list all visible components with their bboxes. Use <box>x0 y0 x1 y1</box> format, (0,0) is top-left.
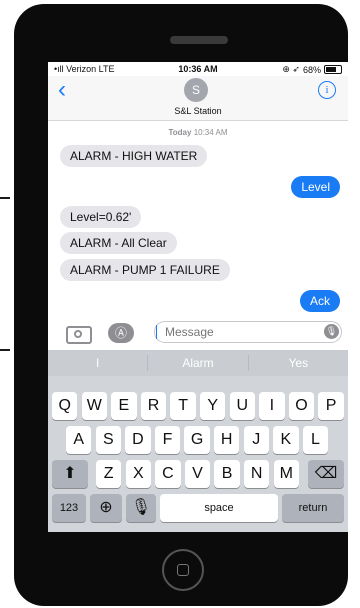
location-icon: ⊕ ➶ <box>282 64 300 74</box>
phone-screen: •ıll Verizon LTE 10:36 AM ⊕ ➶ 68% ‹ S S&… <box>48 62 348 532</box>
home-square-icon <box>177 564 189 576</box>
message-bubble-incoming[interactable]: Level=0.62' <box>60 206 142 228</box>
key-s[interactable]: S <box>95 426 121 454</box>
phone-frame: •ıll Verizon LTE 10:36 AM ⊕ ➶ 68% ‹ S S&… <box>14 4 348 606</box>
speaker-grille <box>170 36 228 44</box>
delete-icon: ⌫ <box>314 465 338 482</box>
key-k[interactable]: K <box>273 426 299 454</box>
text-caret <box>156 325 157 339</box>
key-x[interactable]: X <box>125 460 151 488</box>
message-bubble-incoming[interactable]: ALARM - HIGH WATER <box>60 145 208 167</box>
key-q[interactable]: Q <box>52 392 78 420</box>
key-i[interactable]: I <box>259 392 285 420</box>
key-t[interactable]: T <box>170 392 196 420</box>
suggestion-1[interactable]: I <box>48 350 147 376</box>
key-n[interactable]: N <box>244 460 270 488</box>
key-m[interactable]: M <box>273 460 299 488</box>
message-bubble-outgoing[interactable]: Ack <box>299 290 340 312</box>
key-w[interactable]: W <box>81 392 107 420</box>
message-timestamp: Today 10:34 AM <box>168 128 228 137</box>
suggestion-3[interactable]: Yes <box>249 350 348 376</box>
home-button[interactable] <box>162 549 204 591</box>
return-key[interactable]: return <box>282 494 344 522</box>
microphone-icon: 🎙 <box>130 499 152 516</box>
battery-icon <box>324 65 342 74</box>
dictation-key[interactable]: 🎙 <box>126 494 156 522</box>
key-u[interactable]: U <box>229 392 255 420</box>
key-o[interactable]: O <box>288 392 315 420</box>
key-e[interactable]: E <box>111 392 137 420</box>
side-marker-bottom <box>0 349 10 351</box>
avatar[interactable]: S <box>184 78 208 102</box>
key-y[interactable]: Y <box>200 392 226 420</box>
camera-lens <box>74 330 82 338</box>
info-icon[interactable]: i <box>318 81 336 99</box>
app-store-icon[interactable]: Ⓐ <box>108 323 134 343</box>
suggestion-2[interactable]: Alarm <box>148 350 247 376</box>
key-a[interactable]: A <box>66 426 92 454</box>
space-key[interactable]: space <box>160 494 278 522</box>
contact-name[interactable]: S&L Station <box>48 106 348 116</box>
key-r[interactable]: R <box>140 392 167 420</box>
globe-key[interactable]: ⊕ <box>90 494 122 522</box>
key-d[interactable]: D <box>125 426 151 454</box>
key-l[interactable]: L <box>302 426 329 454</box>
predictive-bar: I Alarm Yes <box>48 350 348 376</box>
globe-icon: ⊕ <box>99 499 113 516</box>
key-j[interactable]: J <box>243 426 269 454</box>
side-marker-top <box>0 197 10 199</box>
battery-percent: 68% <box>302 64 321 75</box>
shift-key[interactable]: ⬆ <box>52 460 88 488</box>
message-bubble-outgoing[interactable]: Level <box>291 176 340 198</box>
key-g[interactable]: G <box>184 426 210 454</box>
delete-key[interactable]: ⌫ <box>308 460 344 488</box>
key-v[interactable]: V <box>184 460 211 488</box>
key-z[interactable]: Z <box>96 460 122 488</box>
conversation-header: ‹ S S&L Station i <box>48 76 348 121</box>
key-p[interactable]: P <box>318 392 344 420</box>
keyboard: I Alarm Yes QWERTYUIOPASDFGHJKLZXCVBNM ⬆… <box>48 350 348 532</box>
status-bar: •ıll Verizon LTE 10:36 AM ⊕ ➶ 68% <box>48 62 348 76</box>
chevron-left-icon[interactable]: ‹ <box>58 78 66 102</box>
microphone-icon[interactable]: 🎙 <box>324 324 339 339</box>
battery-level <box>326 67 336 72</box>
key-f[interactable]: F <box>154 426 181 454</box>
camera-icon[interactable] <box>66 326 92 344</box>
status-right: ⊕ ➶ 68% <box>282 64 342 75</box>
message-bubble-incoming[interactable]: ALARM - All Clear <box>60 232 177 254</box>
key-c[interactable]: C <box>155 460 181 488</box>
numbers-key[interactable]: 123 <box>52 494 86 522</box>
key-h[interactable]: H <box>214 426 240 454</box>
message-bubble-incoming[interactable]: ALARM - PUMP 1 FAILURE <box>60 259 230 281</box>
message-input[interactable] <box>154 321 342 343</box>
key-b[interactable]: B <box>214 460 240 488</box>
